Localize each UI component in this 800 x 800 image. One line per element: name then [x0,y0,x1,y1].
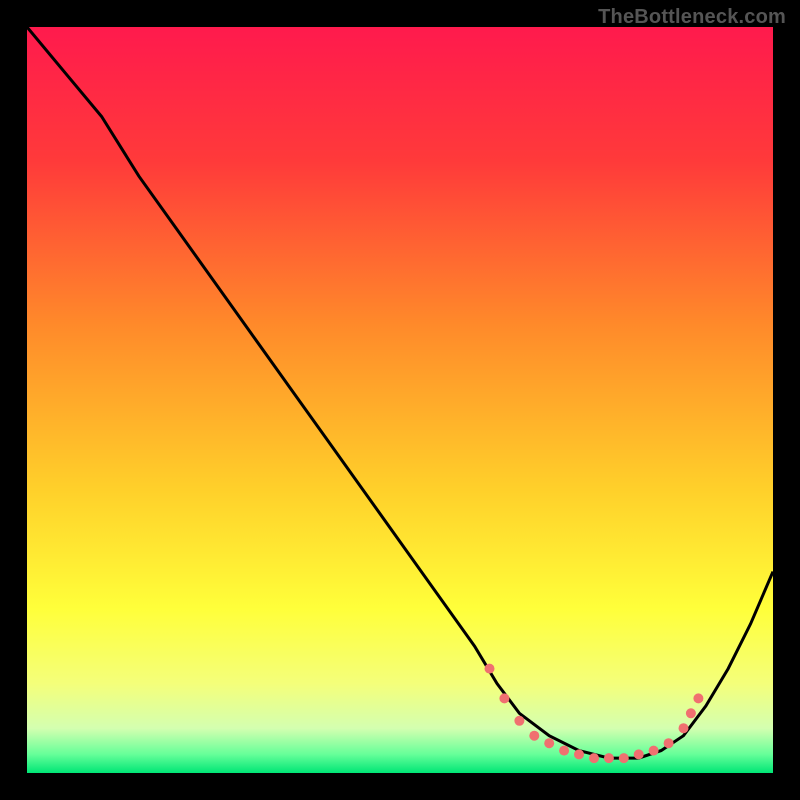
plot-area [27,27,773,773]
highlight-dot [499,693,509,703]
highlight-dot [604,753,614,763]
highlight-dot [649,746,659,756]
highlight-dot [589,753,599,763]
highlight-dot [574,749,584,759]
watermark-text: TheBottleneck.com [598,6,786,29]
highlight-dot [686,708,696,718]
highlight-dot [559,746,569,756]
highlight-dot [679,723,689,733]
highlight-dot [544,738,554,748]
chart-frame: TheBottleneck.com [0,0,800,800]
highlight-dot [485,664,495,674]
gradient-rect [27,27,773,773]
highlight-dot [634,749,644,759]
highlight-dot [693,693,703,703]
highlight-dot [664,738,674,748]
chart-svg [27,27,773,773]
highlight-dot [619,753,629,763]
highlight-dot [514,716,524,726]
highlight-dot [529,731,539,741]
